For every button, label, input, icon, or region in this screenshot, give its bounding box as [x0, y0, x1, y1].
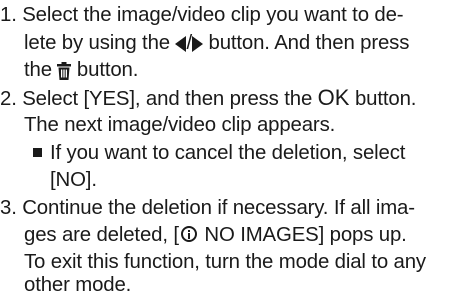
step-1-text-2a: lete by using the [24, 32, 176, 54]
step-2-text-1a: Select [YES], and then press the [22, 88, 318, 110]
step-3-text-1: Continue the deletion if necessary. If a… [22, 197, 415, 219]
step-2-text-2: The next image/video clip appears. [24, 114, 336, 136]
step-1-line-2: lete by using the / button. And then pre… [24, 30, 409, 56]
step-2-text-1b: button. [349, 88, 417, 110]
step-1-line-3: the button. [24, 57, 138, 83]
step-1-line-1: 1. Select the image/video clip you want … [0, 2, 404, 28]
step-1-text-2b: button. And then press [202, 32, 410, 54]
step-1-text-3b: button. [71, 59, 139, 81]
step-3-text-2a: ges are deleted, [ [24, 224, 179, 246]
step-3-number: 3. [0, 197, 17, 219]
step-2-note-line-2: [NO]. [50, 167, 97, 193]
step-3-line-1: 3. Continue the deletion if necessary. I… [0, 195, 415, 221]
step-3-line-2: ges are deleted, [ NO IMAGES] pops up. [24, 222, 407, 248]
step-1-text-1: Select the image/video clip you want to … [22, 4, 404, 26]
step-1-text-3a: the [24, 59, 58, 81]
step-2-line-1: 2. Select [YES], and then press the OK b… [0, 85, 416, 111]
step-2-line-2: The next image/video clip appears. [24, 112, 335, 138]
trash-icon [57, 61, 72, 80]
info-icon [180, 226, 197, 242]
instructions-page: 1. Select the image/video clip you want … [0, 0, 474, 296]
step-3-text-2b: NO IMAGES] pops up. [198, 224, 407, 246]
square-bullet-icon [33, 148, 42, 157]
step-3-line-4: other mode. [24, 272, 131, 298]
right-arrow-icon [191, 35, 203, 52]
step-2-note-text-2: [NO]. [50, 169, 97, 191]
step-3-text-3: To exit this function, turn the mode dia… [24, 251, 426, 273]
step-2-note-text-1: If you want to cancel the deletion, sele… [50, 142, 406, 164]
step-2-number: 2. [0, 88, 17, 110]
step-1-number: 1. [0, 4, 17, 26]
left-arrow-icon [175, 35, 187, 52]
ok-button-label: OK [317, 85, 350, 110]
step-2-note-line-1: If you want to cancel the deletion, sele… [33, 140, 405, 166]
